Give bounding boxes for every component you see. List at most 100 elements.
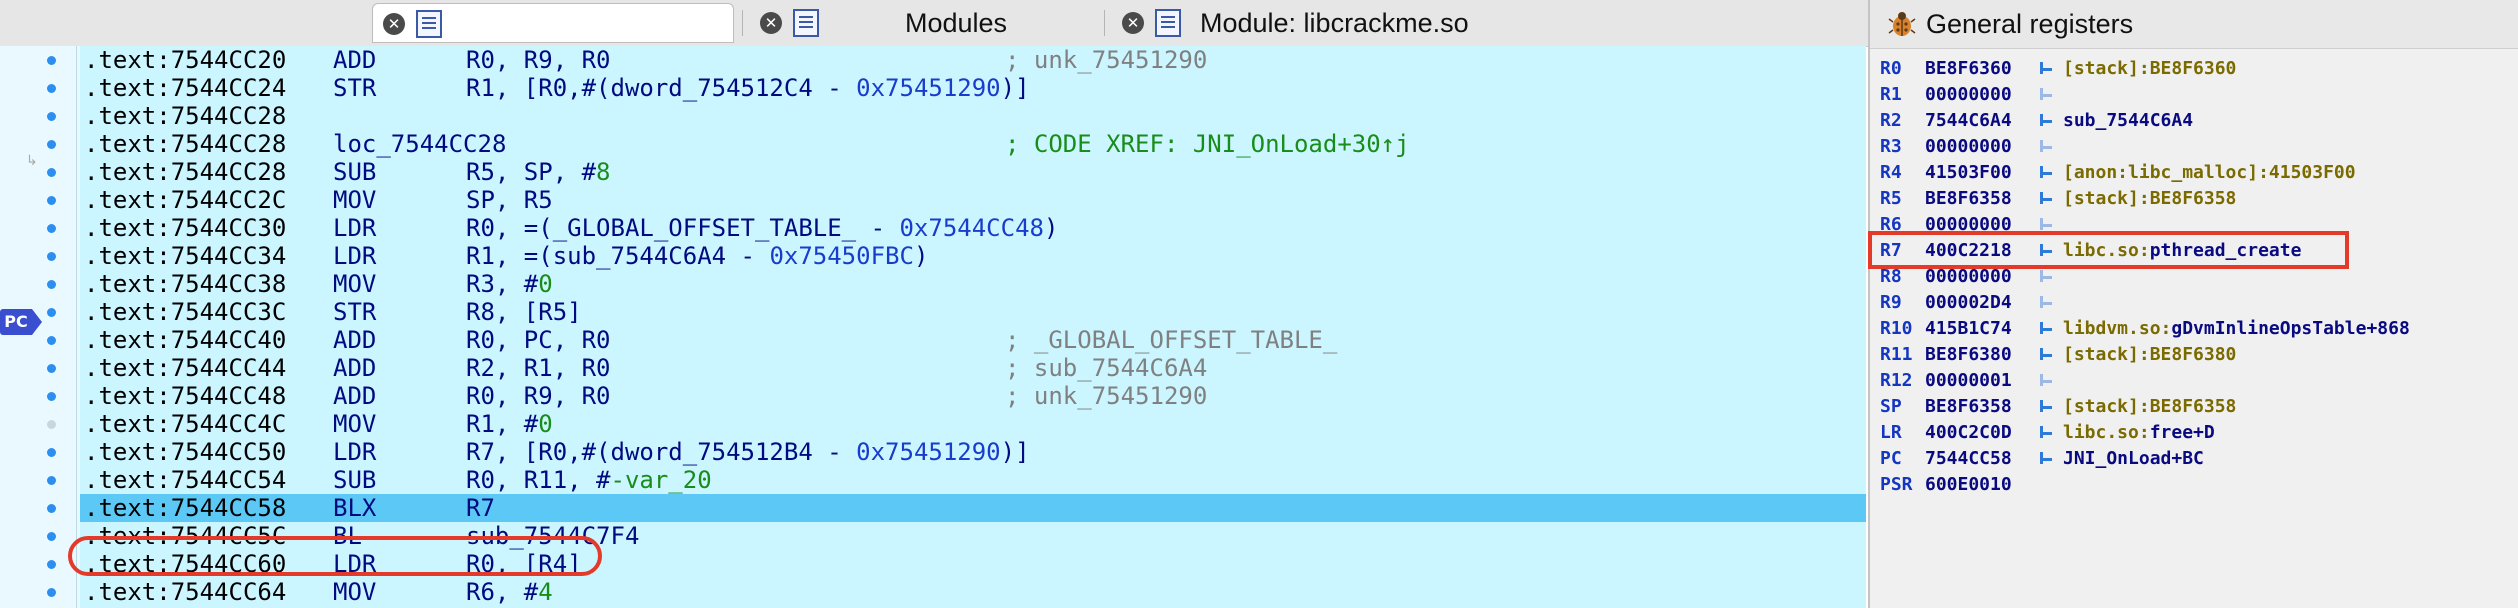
close-tab-icon[interactable]: ✕ [383, 13, 405, 35]
instruction-address: .text:7544CC28 [84, 102, 287, 130]
general-registers-panel: General registers R0 BE8F6360 [stack]:BE8F… [1868, 0, 2518, 608]
disasm-row[interactable]: .text:7544CC44 ADD R2, R1, R0 ; sub_7544C6A… [80, 354, 1866, 382]
register-description: libc.so:free+D [2063, 420, 2215, 446]
breakpoint-dot[interactable] [47, 560, 56, 569]
instruction-address: .text:7544CC54 [84, 466, 287, 494]
instruction-mnemonic: MOV [333, 186, 377, 214]
disasm-row[interactable]: .text:7544CC28 loc_7544CC28 ; CODE XREF: J… [80, 130, 1866, 158]
register-name: R1 [1880, 84, 1902, 105]
instruction-operands: R0, R9, R0 [466, 382, 611, 410]
breakpoint-dot[interactable] [47, 140, 56, 149]
jump-to-address-icon[interactable] [2036, 290, 2058, 316]
jump-to-address-icon[interactable] [2036, 394, 2058, 420]
breakpoint-dot[interactable] [47, 448, 56, 457]
breakpoint-dot[interactable] [47, 588, 56, 597]
register-row-r2[interactable]: R2 7544C6A4 sub_7544C6A4 [1870, 108, 2518, 134]
register-row-r9[interactable]: R9 000002D4 [1870, 290, 2518, 316]
disasm-row[interactable]: .text:7544CC34 LDR R1, =(sub_7544C6A4 - 0x… [80, 242, 1866, 270]
disasm-row[interactable]: .text:7544CC4C MOV R1, #0 [80, 410, 1866, 438]
register-row-lr[interactable]: LR 400C2C0D libc.so:free+D [1870, 420, 2518, 446]
register-row-r5[interactable]: R5 BE8F6358 [stack]:BE8F6358 [1870, 186, 2518, 212]
instruction-address: .text:7544CC3C [84, 298, 287, 326]
disasm-row[interactable]: .text:7544CC24 STR R1, [R0,#(dword_754512C… [80, 74, 1866, 102]
jump-to-address-icon[interactable] [2036, 316, 2058, 342]
register-row-pc[interactable]: PC 7544CC58 JNI_OnLoad+BC [1870, 446, 2518, 472]
close-tab-icon[interactable]: ✕ [760, 12, 782, 34]
breakpoint-dot[interactable] [47, 280, 56, 289]
register-name: R3 [1880, 136, 1902, 157]
disasm-row[interactable]: .text:7544CC38 MOV R3, #0 [80, 270, 1866, 298]
register-row-r0[interactable]: R0 BE8F6360 [stack]:BE8F6360 [1870, 56, 2518, 82]
jump-to-address-icon[interactable] [2036, 342, 2058, 368]
jump-to-address-icon[interactable] [2036, 186, 2058, 212]
disasm-row[interactable]: .text:7544CC3C STR R8, [R5] [80, 298, 1866, 326]
breakpoint-dot[interactable] [47, 196, 56, 205]
tab-modules[interactable]: ✕ Modules [750, 3, 1100, 43]
disasm-row[interactable]: .text:7544CC64 MOV R6, #4 [80, 578, 1866, 606]
register-row-r1[interactable]: R1 00000000 [1870, 82, 2518, 108]
breakpoint-dot[interactable] [47, 420, 56, 429]
instruction-mnemonic: BLX [333, 494, 377, 522]
register-row-r10[interactable]: R10 415B1C74 libdvm.so:gDvmInlineOpsTable+… [1870, 316, 2518, 342]
jump-to-address-icon[interactable] [2036, 368, 2058, 394]
jump-to-address-icon[interactable] [2036, 56, 2058, 82]
disasm-row[interactable]: .text:7544CC20 ADD R0, R9, R0 ; unk_7545129… [80, 46, 1866, 74]
register-row-r11[interactable]: R11 BE8F6380 [stack]:BE8F6380 [1870, 342, 2518, 368]
operand-part: 0 [538, 410, 553, 438]
document-list-icon [1155, 9, 1181, 37]
current-instruction-row[interactable]: .text:7544CC58 BLX R7 [80, 494, 1866, 522]
breakpoint-dot[interactable] [47, 476, 56, 485]
disasm-row[interactable]: .text:7544CC28 SUB R5, SP, #8 [80, 158, 1866, 186]
breakpoint-dot[interactable] [47, 392, 56, 401]
disasm-row[interactable]: .text:7544CC40 ADD R0, PC, R0 ; _GLOBAL_OFF… [80, 326, 1866, 354]
breakpoint-dot[interactable] [47, 224, 56, 233]
disasm-row[interactable]: .text:7544CC2C MOV SP, R5 [80, 186, 1866, 214]
disasm-row[interactable]: .text:7544CC28 [80, 102, 1866, 130]
jump-to-address-icon[interactable] [2036, 446, 2058, 472]
jump-to-address-icon[interactable] [2036, 160, 2058, 186]
panel-header: General registers [1870, 0, 2518, 49]
register-name: R2 [1880, 110, 1902, 131]
jump-to-address-icon[interactable] [2036, 420, 2058, 446]
breakpoint-dot[interactable] [47, 364, 56, 373]
jump-to-address-icon[interactable] [2036, 108, 2058, 134]
disasm-row[interactable]: .text:7544CC48 ADD R0, R9, R0 ; unk_7545129… [80, 382, 1866, 410]
breakpoint-dot[interactable] [47, 336, 56, 345]
register-name: R4 [1880, 162, 1902, 183]
tab-disassembly[interactable]: ✕ [372, 3, 734, 43]
jump-to-address-icon[interactable] [2036, 82, 2058, 108]
register-value: BE8F6360 [1925, 58, 2012, 79]
disassembly-view[interactable]: ↳ .text:7544CC20 ADD R0, R9, R0 ; unk_75451… [0, 46, 1866, 608]
instruction-address: .text:7544CC48 [84, 382, 287, 410]
register-name: SP [1880, 396, 1902, 417]
tab-module-libcrackme[interactable]: ✕ Module: libcrackme.so [1112, 3, 1492, 43]
disasm-row[interactable]: .text:7544CC50 LDR R7, [R0,#(dword_754512B… [80, 438, 1866, 466]
instruction-mnemonic: STR [333, 298, 377, 326]
breakpoint-dot[interactable] [47, 168, 56, 177]
tab-bar: ✕ ✕ Modules ✕ Module: libcrackme.so [0, 0, 1868, 47]
breakpoint-dot[interactable] [47, 84, 56, 93]
register-row-r4[interactable]: R4 41503F00 [anon:libc_malloc]:41503F00 [1870, 160, 2518, 186]
breakpoint-dot[interactable] [47, 252, 56, 261]
register-row-r3[interactable]: R3 00000000 [1870, 134, 2518, 160]
register-row-sp[interactable]: SP BE8F6358 [stack]:BE8F6358 [1870, 394, 2518, 420]
jump-to-address-icon[interactable] [2036, 134, 2058, 160]
instruction-address: .text:7544CC58 [84, 494, 287, 522]
register-value: 600E0010 [1925, 474, 2012, 495]
breakpoint-dot[interactable] [47, 308, 56, 317]
instruction-address: .text:7544CC24 [84, 74, 287, 102]
register-row-psr[interactable]: PSR 600E0010 [1870, 472, 2518, 498]
register-row-r12[interactable]: R12 00000001 [1870, 368, 2518, 394]
close-tab-icon[interactable]: ✕ [1122, 12, 1144, 34]
register-name: R11 [1880, 344, 1913, 365]
register-name: LR [1880, 422, 1902, 443]
breakpoint-dot[interactable] [47, 504, 56, 513]
register-value: 000002D4 [1925, 292, 2012, 313]
disasm-row[interactable]: .text:7544CC30 LDR R0, =(_GLOBAL_OFFSET_TA… [80, 214, 1866, 242]
breakpoint-dot[interactable] [47, 532, 56, 541]
breakpoint-dot[interactable] [47, 112, 56, 121]
disasm-row[interactable]: .text:7544CC54 SUB R0, R11, #-var_20 [80, 466, 1866, 494]
register-name: R5 [1880, 188, 1902, 209]
r7-highlight-box [1868, 231, 2349, 269]
breakpoint-dot[interactable] [47, 56, 56, 65]
